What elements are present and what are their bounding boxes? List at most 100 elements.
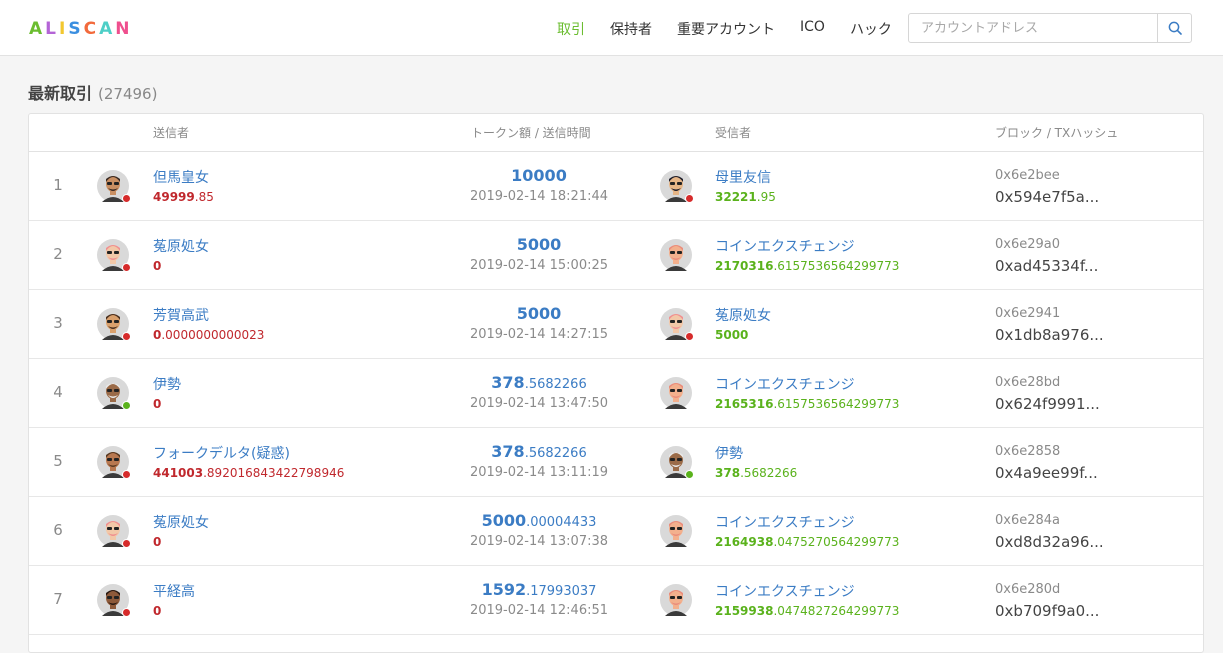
- sender-name-link[interactable]: フォークデルタ(疑惑): [153, 443, 290, 463]
- tx-hash-link[interactable]: 0x4a9ee99f...: [995, 464, 1098, 482]
- tx-hash-link[interactable]: 0xd8d32a96...: [995, 533, 1104, 551]
- aliscan-logo[interactable]: ALISCAN: [29, 19, 130, 39]
- transaction-count: (27496): [98, 85, 158, 103]
- avatar-icon: [660, 515, 692, 547]
- tx-hash-link[interactable]: 0xad45334f...: [995, 257, 1098, 275]
- balance-integer: 0: [153, 259, 162, 273]
- status-dot: [122, 194, 131, 203]
- avatar[interactable]: [97, 239, 131, 272]
- balance: 2159938.0474827264299773: [715, 604, 899, 618]
- avatar[interactable]: [660, 308, 694, 341]
- status-dot: [685, 194, 694, 203]
- sender-name-link[interactable]: 菟原処女: [153, 512, 209, 532]
- status-dot: [122, 263, 131, 272]
- nav-item[interactable]: ハック: [850, 19, 892, 39]
- sent-time: 2019-02-14 13:07:38: [469, 534, 609, 549]
- balance-integer: 2164938: [715, 535, 774, 549]
- table-body: 1 但馬皇女 49999.85 10000 2019-02-14 18:21:44 母里友…: [29, 152, 1203, 635]
- sent-time: 2019-02-14 13:11:19: [469, 465, 609, 480]
- balance: 0: [153, 259, 161, 273]
- token-amount: 378.5682266: [439, 373, 639, 392]
- token-amount: 378.5682266: [439, 442, 639, 461]
- tx-hash-link[interactable]: 0x1db8a976...: [995, 326, 1104, 344]
- tx-hash-link[interactable]: 0x624f9991...: [995, 395, 1100, 413]
- avatar[interactable]: [660, 584, 692, 616]
- avatar-icon: [660, 239, 692, 271]
- amount-integer: 1592: [481, 580, 527, 599]
- sender-name-link[interactable]: 伊勢: [153, 374, 181, 394]
- amount-integer: 5000: [481, 511, 527, 530]
- row-index: 6: [53, 521, 63, 539]
- avatar[interactable]: [660, 377, 692, 409]
- table-row: 5 フォークデルタ(疑惑) 441003.892016843422798946 378…: [29, 428, 1203, 497]
- receiver-name-link[interactable]: 母里友信: [715, 167, 771, 187]
- tx-hash-link[interactable]: 0xb709f9a0...: [995, 602, 1099, 620]
- nav-item[interactable]: 取引: [557, 19, 585, 39]
- sender-name-link[interactable]: 平経高: [153, 581, 195, 601]
- avatar[interactable]: [97, 446, 131, 479]
- amount-integer: 10000: [511, 166, 567, 185]
- avatar-icon: [660, 377, 692, 409]
- nav-item[interactable]: ICO: [800, 19, 825, 39]
- search-button[interactable]: [1157, 14, 1191, 42]
- avatar[interactable]: [97, 515, 131, 548]
- avatar[interactable]: [660, 515, 692, 547]
- balance-fraction: .5682266: [740, 466, 798, 480]
- nav-item[interactable]: 保持者: [610, 19, 652, 39]
- column-header-amount: トークン額 / 送信時間: [471, 126, 591, 140]
- avatar[interactable]: [97, 308, 131, 341]
- sent-time: 2019-02-14 15:00:25: [469, 258, 609, 273]
- receiver-name-link[interactable]: コインエクスチェンジ: [715, 581, 855, 601]
- receiver-name-link[interactable]: 菟原処女: [715, 305, 771, 325]
- amount-fraction: .00004433: [526, 515, 597, 530]
- nav-item[interactable]: 重要アカウント: [677, 19, 775, 39]
- avatar[interactable]: [660, 446, 694, 479]
- balance: 0.0000000000023: [153, 328, 264, 342]
- page-title-text: 最新取引: [28, 84, 93, 103]
- sender-name-link[interactable]: 但馬皇女: [153, 167, 209, 187]
- balance-fraction: .0475270564299773: [773, 535, 900, 549]
- amount-integer: 5000: [516, 235, 562, 254]
- balance: 2170316.6157536564299773: [715, 259, 899, 273]
- avatar[interactable]: [97, 377, 131, 410]
- row-index: 7: [53, 590, 63, 608]
- logo-letter: C: [83, 19, 98, 39]
- column-header-block: ブロック / TXハッシュ: [995, 126, 1119, 140]
- balance: 0: [153, 397, 161, 411]
- balance: 5000: [715, 328, 748, 342]
- status-dot: [122, 539, 131, 548]
- row-index: 3: [53, 314, 63, 332]
- sender-name-link[interactable]: 芳賀高武: [153, 305, 209, 325]
- receiver-name-link[interactable]: コインエクスチェンジ: [715, 512, 855, 532]
- receiver-name-link[interactable]: コインエクスチェンジ: [715, 236, 855, 256]
- tx-hash-link[interactable]: 0x594e7f5a...: [995, 188, 1099, 206]
- token-amount: 10000: [439, 166, 639, 185]
- sender-name-link[interactable]: 菟原処女: [153, 236, 209, 256]
- avatar[interactable]: [97, 584, 131, 617]
- receiver-name-link[interactable]: 伊勢: [715, 443, 743, 463]
- balance: 49999.85: [153, 190, 214, 204]
- page-title: 最新取引 (27496): [28, 80, 157, 104]
- logo-letter: N: [115, 19, 131, 39]
- logo-letter: A: [99, 19, 114, 39]
- balance-integer: 2170316: [715, 259, 774, 273]
- block-number: 0x6e2858: [995, 444, 1061, 459]
- balance: 32221.95: [715, 190, 776, 204]
- balance-integer: 2165316: [715, 397, 774, 411]
- avatar[interactable]: [660, 239, 692, 271]
- balance: 2165316.6157536564299773: [715, 397, 899, 411]
- balance-fraction: .6157536564299773: [773, 397, 900, 411]
- receiver-name-link[interactable]: コインエクスチェンジ: [715, 374, 855, 394]
- search-input[interactable]: [909, 14, 1157, 42]
- table-row: 4 伊勢 0 378.5682266 2019-02-14 13:47:50 コインエクス…: [29, 359, 1203, 428]
- avatar[interactable]: [97, 170, 131, 203]
- avatar[interactable]: [660, 170, 694, 203]
- balance: 0: [153, 535, 161, 549]
- block-number: 0x6e28bd: [995, 375, 1061, 390]
- block-number: 0x6e2bee: [995, 168, 1060, 183]
- table-row: 2 菟原処女 0 5000 2019-02-14 15:00:25 コインエクスチェンジ 2…: [29, 221, 1203, 290]
- balance-fraction: .95: [756, 190, 776, 204]
- row-index: 4: [53, 383, 63, 401]
- balance-fraction: .0000000000023: [161, 328, 265, 342]
- token-amount: 5000: [439, 304, 639, 323]
